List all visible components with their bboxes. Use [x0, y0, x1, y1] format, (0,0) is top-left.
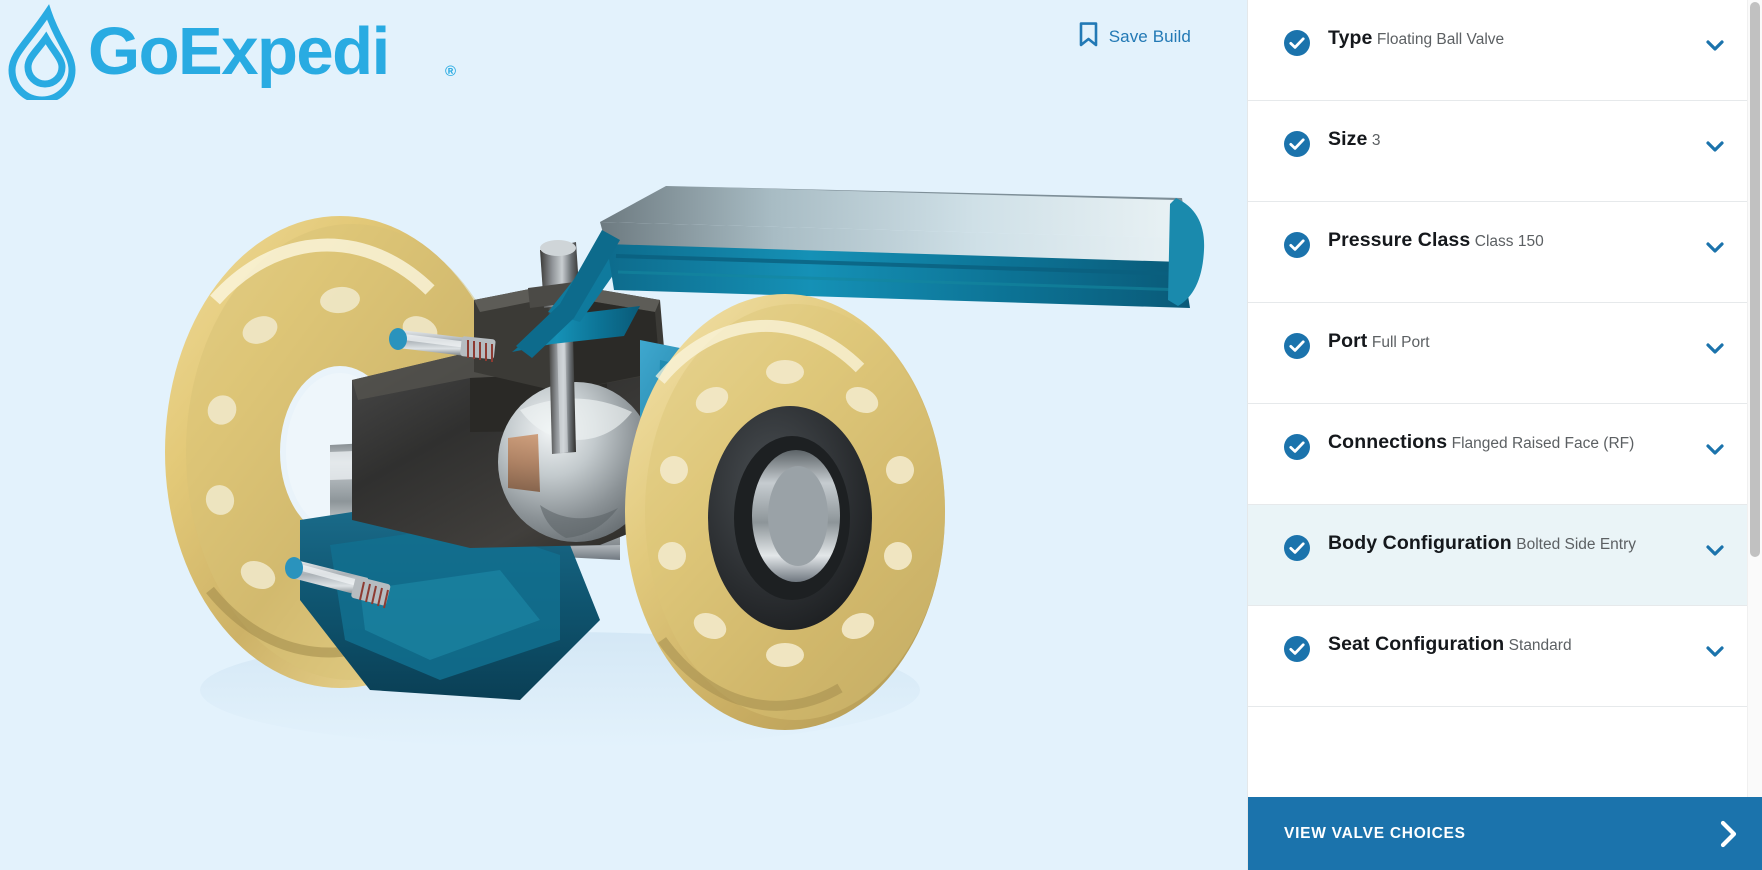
chevron-right-icon [1718, 819, 1740, 849]
chevron-down-icon[interactable] [1702, 436, 1728, 462]
panel-scrollbar-thumb[interactable] [1750, 2, 1760, 557]
bookmark-icon [1079, 22, 1098, 52]
goexpedi-logo[interactable]: GoExpedi ® [4, 4, 474, 100]
option-row-body-configuration[interactable]: Body Configuration Bolted Side Entry [1248, 505, 1762, 606]
check-circle-icon [1284, 131, 1310, 157]
option-row-size[interactable]: Size 3 [1248, 101, 1762, 202]
check-circle-icon [1284, 30, 1310, 56]
options-list: Type Floating Ball Valve Size 3 Pressure… [1248, 0, 1762, 797]
option-row-type[interactable]: Type Floating Ball Valve [1248, 0, 1762, 101]
option-title: Connections [1328, 431, 1448, 453]
option-title: Type [1328, 27, 1373, 49]
configuration-panel: Type Floating Ball Valve Size 3 Pressure… [1247, 0, 1762, 870]
goexpedi-logo-mark: GoExpedi ® [8, 4, 456, 100]
chevron-down-icon[interactable] [1702, 234, 1728, 260]
check-circle-icon [1284, 636, 1310, 662]
option-value: Full Port [1371, 334, 1430, 351]
svg-text:®: ® [445, 63, 456, 80]
option-row-seat-configuration[interactable]: Seat Configuration Standard [1248, 606, 1762, 707]
view-valve-choices-button[interactable]: VIEW VALVE CHOICES [1248, 797, 1762, 870]
option-row-pressure-class[interactable]: Pressure Class Class 150 [1248, 202, 1762, 303]
water-drop-icon [8, 4, 76, 100]
check-circle-icon [1284, 535, 1310, 561]
option-text: Type Floating Ball Valve [1328, 0, 1702, 50]
options-rows-host: Type Floating Ball Valve Size 3 Pressure… [1248, 0, 1762, 707]
option-title: Seat Configuration [1328, 633, 1505, 655]
save-build-button[interactable]: Save Build [1079, 22, 1191, 52]
save-build-label: Save Build [1108, 27, 1191, 46]
option-text: Seat Configuration Standard [1328, 606, 1702, 656]
option-text: Size 3 [1328, 101, 1702, 151]
chevron-down-icon[interactable] [1702, 638, 1728, 664]
option-title: Pressure Class [1328, 229, 1471, 251]
chevron-down-icon[interactable] [1702, 335, 1728, 361]
chevron-down-icon[interactable] [1702, 537, 1728, 563]
check-circle-icon [1284, 333, 1310, 359]
option-title: Port [1328, 330, 1368, 352]
option-value: Standard [1508, 637, 1572, 654]
option-title: Size [1328, 128, 1368, 150]
option-value: Class 150 [1474, 233, 1544, 250]
option-row-port[interactable]: Port Full Port [1248, 303, 1762, 404]
chevron-down-icon[interactable] [1702, 133, 1728, 159]
svg-text:GoExpedi: GoExpedi [88, 14, 389, 89]
option-value: 3 [1371, 132, 1381, 149]
panel-scrollbar[interactable] [1747, 0, 1762, 797]
option-row-connections[interactable]: Connections Flanged Raised Face (RF) [1248, 404, 1762, 505]
valve-3d-render[interactable] [0, 0, 1247, 870]
chevron-down-icon[interactable] [1702, 32, 1728, 58]
option-title: Body Configuration [1328, 532, 1512, 554]
option-text: Port Full Port [1328, 303, 1702, 353]
option-value: Bolted Side Entry [1516, 536, 1636, 553]
valve-configurator-app: GoExpedi ® Save Build Type Floating Ball… [0, 0, 1762, 870]
option-value: Flanged Raised Face (RF) [1451, 435, 1635, 452]
check-circle-icon [1284, 434, 1310, 460]
product-viewer[interactable]: GoExpedi ® Save Build [0, 0, 1247, 870]
option-value: Floating Ball Valve [1376, 31, 1505, 48]
option-text: Body Configuration Bolted Side Entry [1328, 505, 1702, 555]
check-circle-icon [1284, 232, 1310, 258]
view-valve-choices-label: VIEW VALVE CHOICES [1284, 824, 1466, 842]
option-text: Connections Flanged Raised Face (RF) [1328, 404, 1702, 454]
option-text: Pressure Class Class 150 [1328, 202, 1702, 252]
